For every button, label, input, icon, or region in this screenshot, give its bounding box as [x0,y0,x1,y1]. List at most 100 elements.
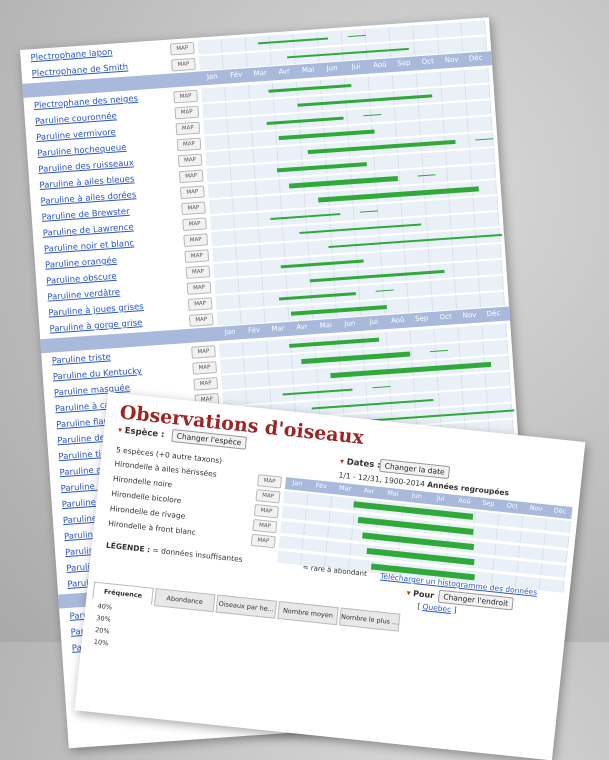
location-link[interactable]: Quebec [422,602,452,614]
tab-1[interactable]: Abondance [153,588,216,613]
map-button[interactable]: MAP [178,169,204,184]
month-label: Sep [414,314,429,324]
month-label: Fév [229,70,243,80]
map-button[interactable]: MAP [252,518,278,534]
presence-bar [282,388,353,396]
presence-bar [276,162,367,173]
month-label: Déc [468,53,483,63]
species-link[interactable]: Paruline hochequeue [37,143,127,159]
map-button[interactable]: MAP [187,297,213,311]
presence-bar [266,116,344,125]
species-link[interactable]: Paruline verdâtre [47,288,120,303]
map-button[interactable]: MAP [183,233,209,248]
arrow-icon: ▾ [117,425,123,435]
species-link[interactable]: Paruline vermivore [36,128,116,144]
presence-bar [299,223,422,234]
map-button[interactable]: MAP [177,153,203,168]
presence-bar [372,385,391,389]
map-button[interactable]: MAP [181,201,206,216]
map-button[interactable]: MAP [171,57,196,72]
map-button[interactable]: MAP [192,361,218,375]
presence-bar [278,129,375,141]
observations-panel: Observations d'oiseaux ▾ Espèce : Change… [74,392,586,760]
y-tick-label: 10% [93,637,109,648]
presence-bar [289,337,380,348]
tab-2[interactable]: Oiseaux par he... [215,594,278,619]
map-button[interactable]: MAP [169,41,195,56]
arrow-icon: ▾ [406,588,412,598]
month-label: Mai [386,488,400,498]
species-link[interactable]: Plectrophane lapon [30,48,113,64]
month-label: Jui [369,317,379,327]
species-link[interactable]: Paruline orangée [45,256,118,271]
presence-bar [268,83,352,93]
month-label: Oct [506,501,519,511]
month-label: Mai [319,320,333,330]
month-label: Oct [439,312,452,322]
species-link[interactable]: Paruline obscure [46,272,117,287]
map-button[interactable]: MAP [255,489,281,504]
y-tick-label: 20% [94,625,110,636]
month-label: Fév [247,325,261,335]
presence-bar [360,210,379,213]
species-link[interactable]: Paruline triste [51,352,111,366]
map-button[interactable]: MAP [256,474,283,489]
map-button[interactable]: MAP [175,121,201,136]
presence-bar [475,138,494,141]
presence-bar [363,113,382,117]
tab-4[interactable]: Nombre le plus ... [338,607,401,632]
month-label: Mai [301,65,315,75]
month-label: Jun [344,319,356,329]
month-label: Déc [486,309,501,319]
pour-label: ▾ Pour [406,588,435,601]
map-button[interactable]: MAP [253,503,279,519]
species-link[interactable]: Paruline de Lawrence [43,223,134,239]
presence-bar [278,291,356,301]
map-button[interactable]: MAP [173,89,199,104]
month-label: Aoû [372,60,387,70]
map-button[interactable]: MAP [250,533,276,549]
month-label: Mar [253,68,268,78]
y-tick-label: 40% [97,602,113,612]
map-button[interactable]: MAP [179,185,205,200]
month-label: Oct [421,57,435,66]
month-label: Jan [224,327,236,337]
dates-label: ▾ Dates : [339,456,382,471]
map-button[interactable]: MAP [174,105,200,120]
map-button[interactable]: MAP [193,377,219,391]
presence-bar [417,174,436,177]
presence-bar [280,259,364,268]
species-link[interactable]: Paruline couronnée [35,111,117,127]
map-button[interactable]: MAP [186,281,212,295]
species-name: Hirondelle de rivage [109,503,186,521]
legend-insufficient: = données insuffisantes [152,545,244,564]
presence-bar [347,34,366,38]
month-label: Fév [315,481,328,491]
month-label: Sep [481,498,495,508]
species-link[interactable]: Paruline de Brewster [41,207,129,223]
tab-3[interactable]: Nombre moyen [277,601,339,626]
map-button[interactable]: MAP [184,249,210,263]
presence-bar [290,305,387,316]
map-button[interactable]: MAP [185,265,211,279]
map-button[interactable]: MAP [188,313,214,327]
species-link[interactable]: Paruline du Kentucky [53,366,143,382]
month-label: Sep [396,58,411,68]
month-label: Jan [292,478,303,488]
map-button[interactable]: MAP [191,345,216,359]
arrow-icon: ▾ [339,456,345,467]
map-button[interactable]: MAP [182,217,207,232]
map-button[interactable]: MAP [176,137,202,152]
month-label: Mar [338,483,352,493]
tab-0[interactable]: Fréquence [92,581,154,605]
month-label: Nov [529,503,543,514]
month-label: Jun [411,491,423,501]
presence-bar [258,37,329,45]
month-label: Avr [363,486,375,496]
species-link[interactable]: Paruline noir et blanc [44,239,135,255]
month-label: Jan [206,72,218,82]
month-label: Avr [296,322,308,332]
y-tick-label: 30% [95,614,112,624]
month-label: Jun [326,63,338,73]
month-label: Avr [278,67,291,77]
